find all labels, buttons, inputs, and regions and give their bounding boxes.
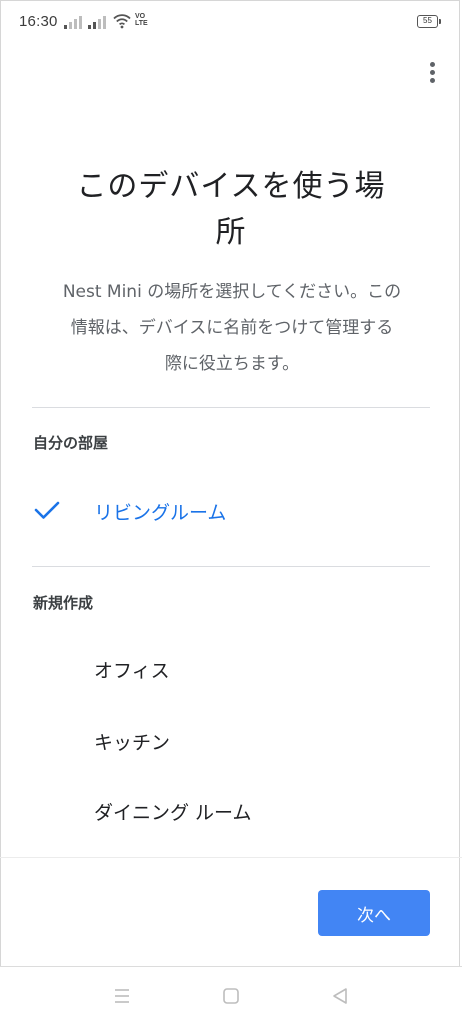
status-bar: 16:30 VO LTE 55	[0, 0, 462, 46]
signal-strength-icon-2	[88, 15, 108, 29]
next-button[interactable]: 次へ	[318, 890, 430, 936]
room-item-kitchen[interactable]: キッチン	[0, 712, 462, 768]
room-item-label: ダイニング ルーム	[94, 802, 252, 824]
wifi-icon	[113, 14, 131, 29]
check-icon	[34, 501, 60, 519]
room-item-label: リビングルーム	[94, 502, 227, 524]
more-vert-icon[interactable]	[420, 56, 444, 90]
description-line3: 際に役立ちます。	[164, 354, 300, 374]
footer-divider	[0, 857, 462, 858]
page-title-line2: 所	[215, 215, 247, 250]
room-item-living-room[interactable]: リビングルーム	[0, 482, 462, 538]
room-item-label: オフィス	[94, 660, 170, 682]
room-item-office[interactable]: オフィス	[0, 640, 462, 696]
battery-level: 55	[423, 16, 432, 25]
volte-label-top: VO	[135, 13, 146, 20]
divider	[32, 407, 430, 408]
system-nav-bar	[0, 966, 462, 1024]
menu-icon[interactable]	[110, 985, 134, 1007]
room-item-dining-room[interactable]: ダイニング ルーム	[0, 782, 462, 838]
home-square-icon[interactable]	[219, 985, 243, 1007]
volte-label-bottom: LTE	[135, 20, 148, 27]
volte-icon: VO LTE	[135, 13, 148, 27]
section-header-create-new: 新規作成	[33, 594, 94, 612]
page-description: Nest Mini の場所を選択してください。この 情報は、デバイスに名前をつけ…	[28, 274, 436, 382]
status-time: 16:30	[19, 13, 58, 30]
battery-icon: 55	[417, 15, 441, 28]
page-title-line1: このデバイスを使う場	[76, 169, 386, 204]
description-line1: Nest Mini の場所を選択してください。この	[62, 282, 402, 302]
description-line2: 情報は、デバイスに名前をつけて管理する	[70, 318, 394, 338]
page-title: このデバイスを使う場 所	[40, 164, 422, 256]
back-triangle-icon[interactable]	[328, 985, 352, 1007]
room-item-label: キッチン	[94, 732, 171, 754]
signal-strength-icon	[64, 15, 84, 29]
section-header-my-rooms: 自分の部屋	[33, 434, 109, 452]
divider	[32, 566, 430, 567]
